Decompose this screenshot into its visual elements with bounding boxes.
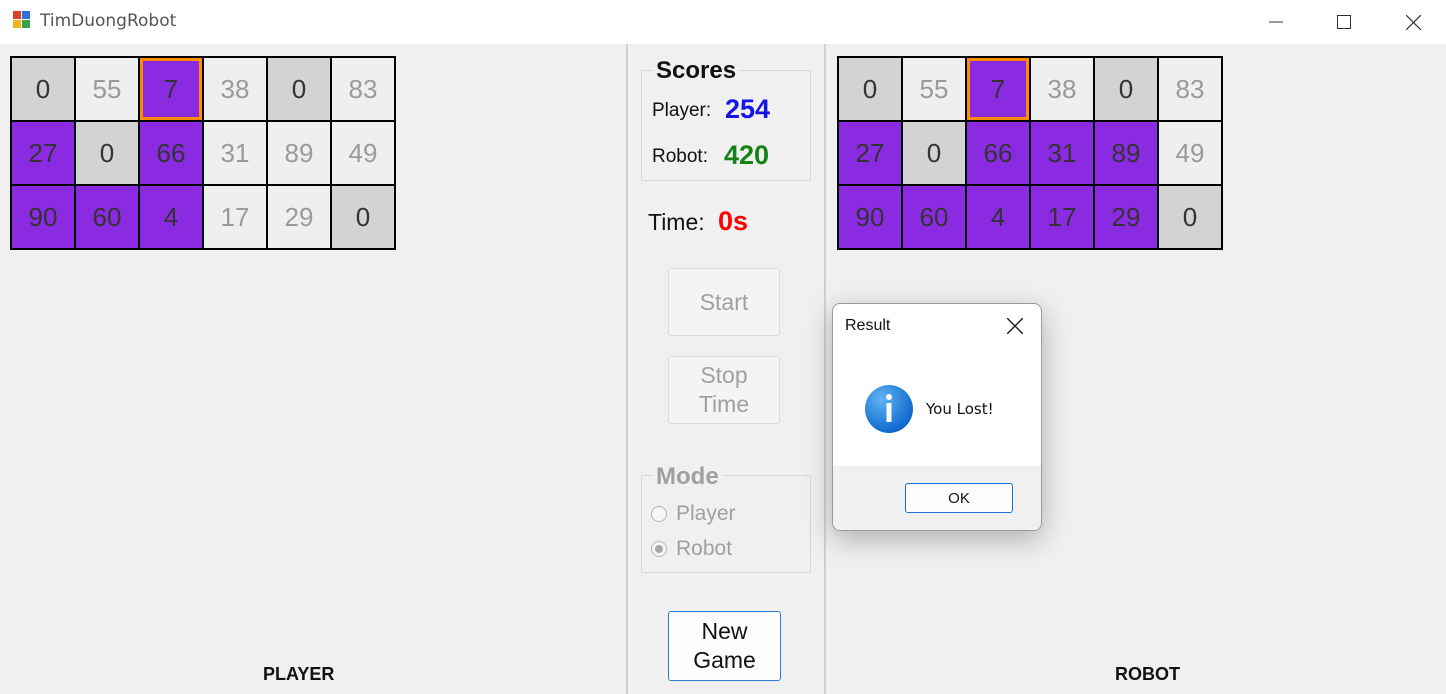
grid-row: 90 60 4 17 29 0 — [837, 184, 1223, 250]
grid-cell-current[interactable]: 7 — [138, 56, 204, 122]
grid-cell: 66 — [965, 120, 1031, 186]
grid-cell[interactable]: 49 — [330, 120, 396, 186]
mode-title: Mode — [653, 463, 722, 491]
grid-cell[interactable]: 0 — [10, 56, 76, 122]
title-bar: TimDuongRobot — [0, 0, 1446, 44]
grid-cell[interactable]: 27 — [10, 120, 76, 186]
grid-cell: 0 — [1093, 56, 1159, 122]
grid-cell[interactable]: 90 — [10, 184, 76, 250]
grid-cell: 38 — [1029, 56, 1095, 122]
mode-robot-option[interactable]: Robot — [651, 537, 732, 561]
grid-cell[interactable]: 0 — [330, 184, 396, 250]
grid-cell: 31 — [1029, 120, 1095, 186]
grid-cell: 90 — [837, 184, 903, 250]
grid-cell: 27 — [837, 120, 903, 186]
grid-cell[interactable]: 17 — [202, 184, 268, 250]
grid-cell[interactable]: 29 — [266, 184, 332, 250]
grid-cell: 49 — [1157, 120, 1223, 186]
result-dialog: Result You Lost! OK — [832, 303, 1042, 531]
grid-cell: 0 — [1157, 184, 1223, 250]
mode-player-label: Player — [676, 502, 736, 525]
grid-cell-current: 7 — [965, 56, 1031, 122]
grid-cell: 4 — [965, 184, 1031, 250]
grid-cell: 83 — [1157, 56, 1223, 122]
grid-cell[interactable]: 66 — [138, 120, 204, 186]
dialog-title: Result — [845, 317, 891, 334]
player-board-label: PLAYER — [263, 664, 335, 684]
close-icon — [1405, 14, 1421, 30]
mode-robot-label: Robot — [676, 537, 733, 560]
grid-cell: 60 — [901, 184, 967, 250]
grid-cell[interactable]: 31 — [202, 120, 268, 186]
start-button[interactable]: Start — [668, 268, 780, 336]
robot-score-value: 420 — [724, 140, 770, 170]
grid-cell[interactable]: 60 — [74, 184, 140, 250]
grid-cell: 0 — [901, 120, 967, 186]
mode-player-option[interactable]: Player — [651, 502, 736, 526]
dialog-ok-button[interactable]: OK — [905, 483, 1013, 513]
time-label: Time: — [648, 209, 705, 235]
close-button[interactable] — [1380, 0, 1446, 44]
new-game-button[interactable]: New Game — [668, 611, 781, 681]
minimize-icon — [1269, 21, 1283, 23]
grid-row: 0 55 7 38 0 83 — [837, 56, 1223, 122]
divider-left — [626, 44, 628, 694]
grid-cell[interactable]: 0 — [74, 120, 140, 186]
grid-cell: 55 — [901, 56, 967, 122]
player-score-value: 254 — [725, 94, 771, 124]
grid-cell[interactable]: 89 — [266, 120, 332, 186]
robot-board: 0 55 7 38 0 83 27 0 66 31 89 49 90 60 4 17 29 0 — [837, 56, 1223, 250]
dialog-message: You Lost! — [926, 400, 994, 418]
grid-cell[interactable]: 83 — [330, 56, 396, 122]
maximize-icon — [1337, 15, 1351, 29]
scores-title: Scores — [653, 57, 740, 85]
window-title: TimDuongRobot — [40, 11, 177, 31]
dialog-close-button[interactable] — [1005, 316, 1025, 336]
info-icon — [865, 385, 913, 433]
app-icon — [13, 11, 31, 29]
mode-robot-radio[interactable] — [651, 541, 667, 557]
stop-time-button[interactable]: Stop Time — [668, 356, 780, 424]
grid-row: 27 0 66 31 89 49 — [10, 120, 396, 186]
grid-cell: 29 — [1093, 184, 1159, 250]
grid-cell[interactable]: 55 — [74, 56, 140, 122]
mode-player-radio[interactable] — [651, 506, 667, 522]
maximize-button[interactable] — [1311, 0, 1377, 44]
grid-cell: 17 — [1029, 184, 1095, 250]
time-value: 0s — [718, 206, 749, 236]
player-board: 0 55 7 38 0 83 27 0 66 31 89 49 90 60 4 17 29 0 — [10, 56, 396, 250]
grid-cell: 89 — [1093, 120, 1159, 186]
divider-right — [824, 44, 826, 694]
player-score-label: Player: — [652, 100, 712, 121]
grid-cell[interactable]: 4 — [138, 184, 204, 250]
grid-cell[interactable]: 38 — [202, 56, 268, 122]
close-icon — [1006, 317, 1024, 335]
grid-cell: 0 — [837, 56, 903, 122]
robot-board-label: ROBOT — [1115, 664, 1180, 684]
grid-row: 0 55 7 38 0 83 — [10, 56, 396, 122]
robot-score-label: Robot: — [652, 146, 708, 167]
grid-cell[interactable]: 0 — [266, 56, 332, 122]
minimize-button[interactable] — [1243, 0, 1309, 44]
grid-row: 27 0 66 31 89 49 — [837, 120, 1223, 186]
grid-row: 90 60 4 17 29 0 — [10, 184, 396, 250]
